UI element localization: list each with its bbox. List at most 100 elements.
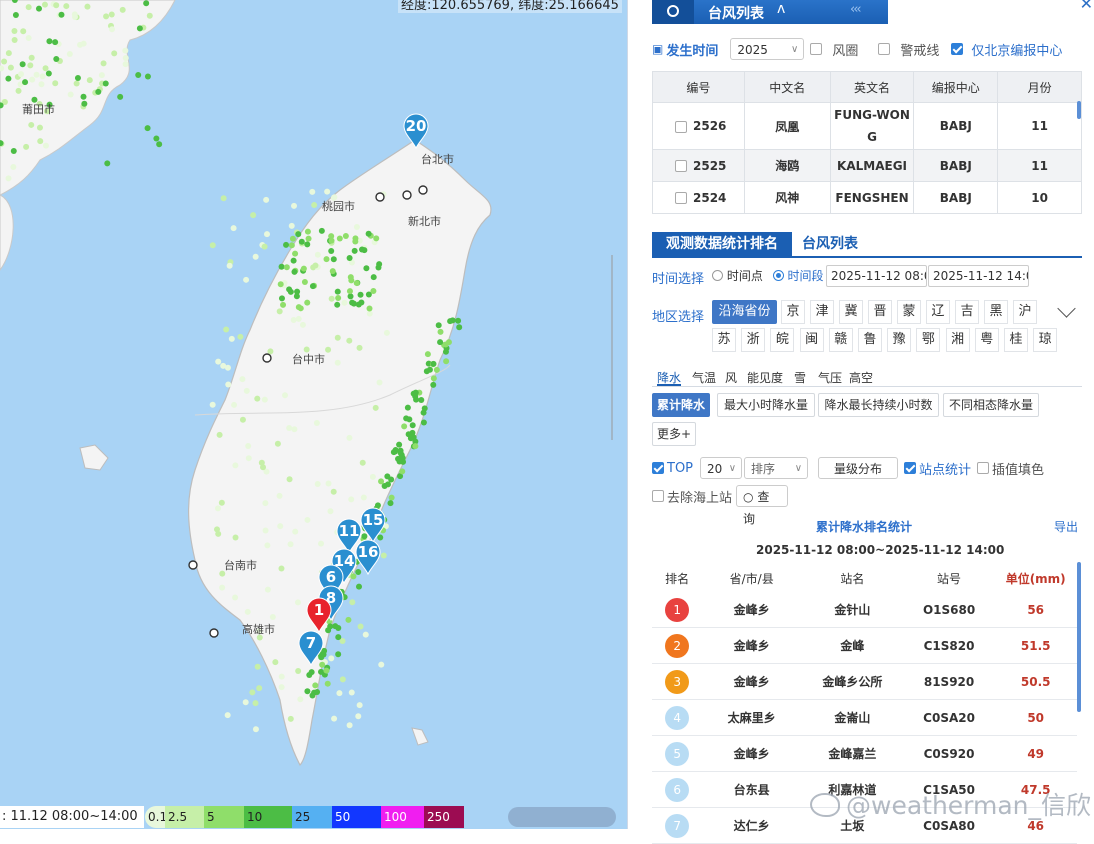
station-dot[interactable] xyxy=(282,392,289,399)
station-dot[interactable] xyxy=(264,542,271,549)
station-dot[interactable] xyxy=(52,39,59,46)
end-time-input[interactable]: 2025-11-12 14:00 xyxy=(928,265,1029,287)
station-dot[interactable] xyxy=(433,366,440,373)
station-dot[interactable] xyxy=(334,359,341,366)
station-circle-icon[interactable] xyxy=(209,628,219,638)
station-dot[interactable] xyxy=(318,227,325,234)
station-dot[interactable] xyxy=(252,726,259,733)
station-dot[interactable] xyxy=(7,64,14,71)
station-dot[interactable] xyxy=(290,257,297,264)
station-dot[interactable] xyxy=(80,93,87,100)
station-dot[interactable] xyxy=(357,623,364,630)
station-dot[interactable] xyxy=(226,262,233,269)
element-tab[interactable]: 高空 xyxy=(849,369,873,386)
station-dot[interactable] xyxy=(254,663,261,670)
station-dot[interactable] xyxy=(328,248,335,255)
tab-typhoon-list[interactable]: 台风列表 xyxy=(802,232,858,256)
ranking-scrollbar[interactable] xyxy=(1077,562,1081,712)
station-dot[interactable] xyxy=(324,680,331,687)
station-dot[interactable] xyxy=(25,4,32,11)
province-button[interactable]: 浙 xyxy=(741,328,766,352)
station-dot[interactable] xyxy=(10,148,17,155)
station-dot[interactable] xyxy=(45,70,52,77)
station-dot[interactable] xyxy=(365,230,372,237)
station-dot[interactable] xyxy=(252,700,259,707)
station-dot[interactable] xyxy=(334,334,341,341)
station-dot[interactable] xyxy=(443,358,450,365)
station-dot[interactable] xyxy=(309,283,316,290)
station-dot[interactable] xyxy=(408,431,415,438)
station-dot[interactable] xyxy=(269,614,276,621)
chevron-down-icon[interactable] xyxy=(1057,299,1076,318)
station-dot[interactable] xyxy=(262,527,269,534)
station-dot[interactable] xyxy=(19,61,26,68)
station-dot[interactable] xyxy=(396,441,403,448)
station-dot[interactable] xyxy=(237,333,244,340)
station-dot[interactable] xyxy=(339,676,346,683)
station-dot[interactable] xyxy=(143,0,150,7)
station-dot[interactable] xyxy=(437,339,444,346)
province-button[interactable]: 冀 xyxy=(839,300,863,324)
station-dot[interactable] xyxy=(392,447,399,454)
more-button[interactable]: 更多+ xyxy=(652,422,696,446)
element-tab[interactable]: 风 xyxy=(725,369,737,386)
station-dot[interactable] xyxy=(363,265,370,272)
station-dot[interactable] xyxy=(11,36,18,43)
precip-type-button[interactable]: 最大小时降水量 xyxy=(717,393,815,417)
station-dot[interactable] xyxy=(39,73,46,80)
sort-select[interactable]: 排序 ∨ xyxy=(744,457,809,479)
row-checkbox[interactable] xyxy=(675,160,687,172)
station-dot[interactable] xyxy=(29,76,36,83)
station-dot[interactable] xyxy=(327,623,334,630)
station-dot[interactable] xyxy=(23,143,30,150)
station-dot[interactable] xyxy=(373,235,380,242)
station-dot[interactable] xyxy=(346,288,353,295)
station-dot[interactable] xyxy=(305,235,312,242)
station-dot[interactable] xyxy=(10,163,17,170)
station-dot[interactable] xyxy=(41,1,48,8)
table-row[interactable]: 4 太麻里乡 金崙山 C0SA20 50 xyxy=(652,699,1077,736)
station-dot[interactable] xyxy=(220,195,227,202)
row-checkbox[interactable] xyxy=(675,120,687,133)
station-dot[interactable] xyxy=(122,47,129,54)
station-dot[interactable] xyxy=(286,425,293,432)
province-button[interactable]: 粤 xyxy=(974,328,999,352)
station-dot[interactable] xyxy=(38,81,45,88)
collapse-up-icon[interactable]: ʌ xyxy=(777,1,785,17)
station-dot[interactable] xyxy=(295,231,302,238)
province-button[interactable]: 皖 xyxy=(770,328,795,352)
station-dot[interactable] xyxy=(346,434,353,441)
station-circle-icon[interactable] xyxy=(418,185,428,195)
station-dot[interactable] xyxy=(224,712,231,719)
station-dot[interactable] xyxy=(377,534,384,541)
station-dot[interactable] xyxy=(53,55,60,62)
station-dot[interactable] xyxy=(287,715,294,722)
station-dot[interactable] xyxy=(359,246,366,253)
station-dot[interactable] xyxy=(325,480,332,487)
station-dot[interactable] xyxy=(289,235,296,242)
station-dot[interactable] xyxy=(342,232,349,239)
station-dot[interactable] xyxy=(312,682,319,689)
station-dot[interactable] xyxy=(278,673,285,680)
station-dot[interactable] xyxy=(28,54,35,61)
station-dot[interactable] xyxy=(349,599,356,606)
station-dot[interactable] xyxy=(245,443,252,450)
station-dot[interactable] xyxy=(278,684,285,691)
station-dot[interactable] xyxy=(52,80,59,87)
station-dot[interactable] xyxy=(215,505,222,512)
station-dot[interactable] xyxy=(298,238,305,245)
station-dot[interactable] xyxy=(455,317,462,324)
station-dot[interactable] xyxy=(334,301,341,308)
query-button[interactable]: ○ 查询 xyxy=(736,485,789,526)
station-dot[interactable] xyxy=(36,124,43,131)
station-dot[interactable] xyxy=(327,508,334,515)
province-button[interactable]: 京 xyxy=(781,300,805,324)
station-dot[interactable] xyxy=(232,534,239,541)
station-dot[interactable] xyxy=(404,404,411,411)
station-dot[interactable] xyxy=(328,237,335,244)
station-dot[interactable] xyxy=(335,651,342,658)
remove-sea-checkbox[interactable] xyxy=(652,490,664,502)
station-dot[interactable] xyxy=(370,288,377,295)
station-dot[interactable] xyxy=(321,647,328,654)
table-row[interactable]: 1 金峰乡 金针山 O1S680 56 xyxy=(652,592,1077,628)
